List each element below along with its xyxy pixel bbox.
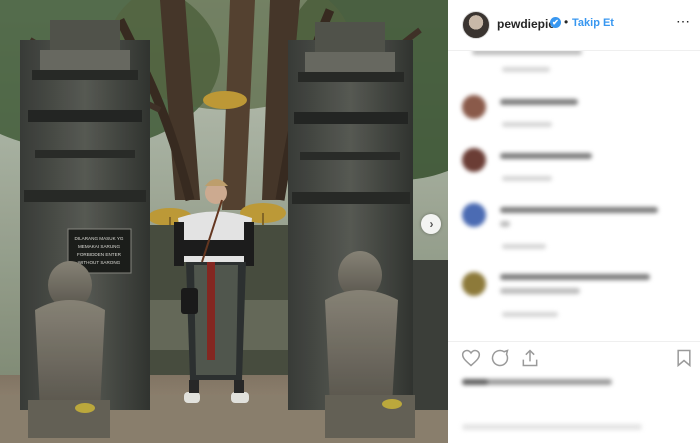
separator-dot: • [564, 15, 569, 29]
post-actions [448, 341, 700, 444]
comments-list[interactable] [448, 51, 700, 341]
post-sidebar: pewdiepie ✔ • Takip Et ⋯ [448, 0, 700, 443]
post-header: pewdiepie ✔ • Takip Et ⋯ [448, 0, 700, 51]
temple-photo: DILARANG MASUK YG MEMAKAI SARUNG FORBIDD… [0, 0, 448, 443]
username-link[interactable]: pewdiepie [497, 17, 555, 31]
verified-badge-icon: ✔ [550, 17, 561, 28]
avatar [462, 272, 486, 296]
bookmark-icon[interactable] [674, 348, 694, 368]
next-photo-button[interactable]: › [421, 214, 441, 234]
post-photo[interactable]: DILARANG MASUK YG MEMAKAI SARUNG FORBIDD… [0, 0, 448, 443]
share-icon[interactable] [520, 348, 540, 368]
heart-icon[interactable] [461, 348, 481, 368]
avatar [462, 203, 486, 227]
comment-icon[interactable] [490, 348, 510, 368]
more-options-icon[interactable]: ⋯ [676, 13, 691, 30]
avatar [462, 148, 486, 172]
follow-button[interactable]: Takip Et [572, 17, 614, 29]
avatar [462, 95, 486, 119]
avatar[interactable] [462, 11, 490, 39]
chevron-right-icon: › [429, 217, 434, 231]
